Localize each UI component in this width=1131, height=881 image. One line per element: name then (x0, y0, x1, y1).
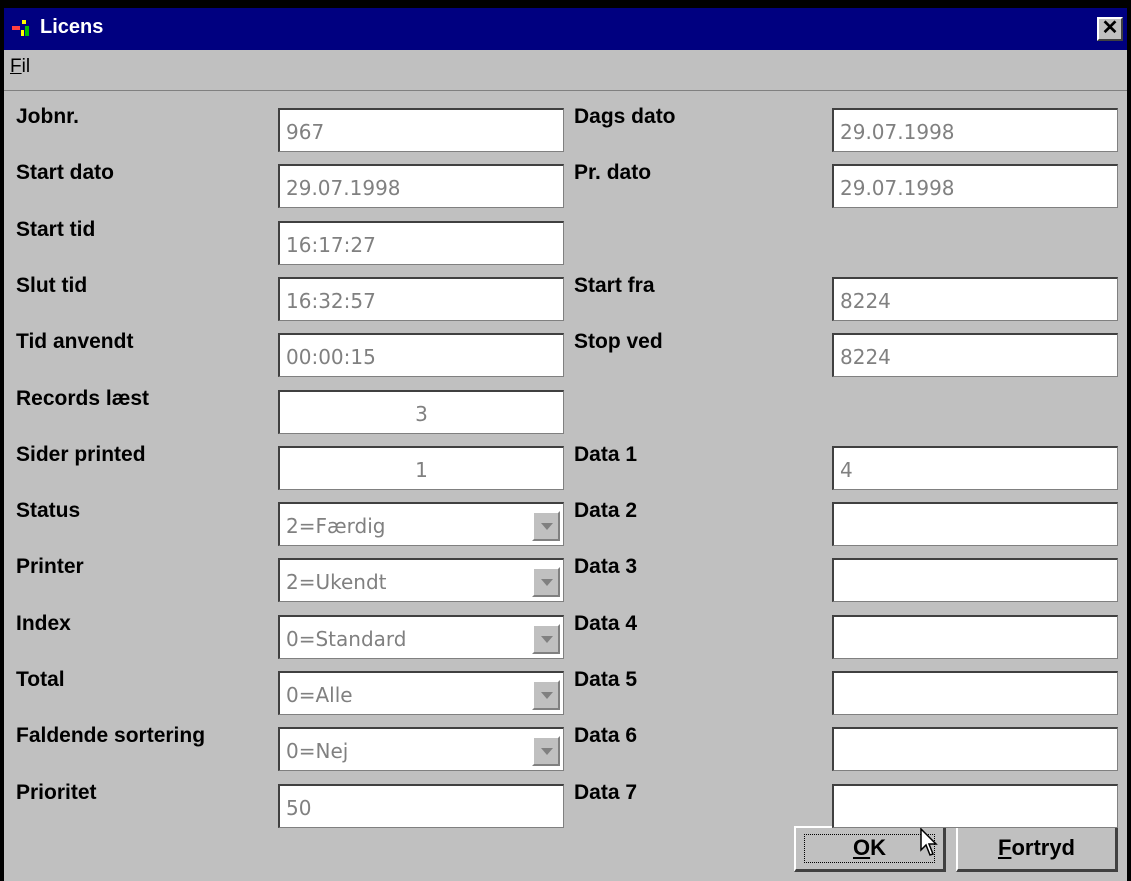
right-field-3[interactable]: 8224 (832, 333, 1118, 378)
window-title: Licens (40, 16, 104, 38)
app-icon (12, 20, 29, 36)
left-field-2[interactable]: 16:17:27 (278, 220, 564, 265)
right-value-3: 8224 (840, 345, 891, 370)
right-label-2: Start fra (574, 273, 655, 297)
menu-fil-rest: il (21, 56, 31, 77)
left-value-0: 967 (286, 120, 325, 144)
left-label-9: Index (16, 611, 71, 635)
dropdown-arrow-icon[interactable] (532, 511, 560, 542)
right-field-10[interactable] (832, 783, 1118, 828)
left-value-12: 50 (286, 795, 312, 820)
left-value-4: 00:00:15 (286, 345, 376, 370)
left-label-0: Jobnr. (16, 105, 80, 128)
dropdown-arrow-icon[interactable] (532, 736, 560, 767)
mouse-pointer-icon (920, 828, 938, 856)
left-value-10: 0=Alle (286, 683, 353, 707)
right-field-2[interactable]: 8224 (832, 276, 1118, 321)
dropdown-arrow-icon[interactable] (532, 680, 560, 710)
right-label-4: Data 1 (574, 442, 638, 466)
dropdown-arrow-icon[interactable] (532, 623, 560, 654)
cancel-rest: ortryd (1011, 835, 1075, 860)
right-field-6[interactable] (832, 558, 1118, 603)
right-label-10: Data 7 (574, 780, 638, 804)
left-combo-7[interactable]: 2=Færdig (278, 502, 564, 547)
right-value-2: 8224 (840, 288, 891, 313)
close-button[interactable]: ✕ (1097, 17, 1123, 41)
left-label-11: Faldende sortering (16, 724, 206, 748)
cancel-button[interactable]: Fortryd (956, 826, 1118, 872)
cancel-accel: F (997, 835, 1012, 860)
menu-bar: Fil (4, 50, 1127, 91)
left-field-5[interactable]: 3 (278, 389, 564, 434)
left-label-3: Slut tid (16, 273, 88, 297)
right-field-4[interactable]: 4 (832, 445, 1118, 490)
right-value-4: 4 (840, 457, 853, 482)
right-field-8[interactable] (832, 671, 1118, 715)
right-label-1: Pr. dato (574, 161, 652, 185)
left-field-0[interactable]: 967 (278, 108, 564, 152)
left-combo-8[interactable]: 2=Ukendt (278, 558, 564, 603)
left-label-5: Records læst (16, 386, 150, 410)
right-field-7[interactable] (832, 614, 1118, 659)
left-field-4[interactable]: 00:00:15 (278, 333, 564, 378)
left-field-12[interactable]: 50 (278, 783, 564, 828)
dropdown-arrow-icon[interactable] (532, 567, 560, 598)
right-field-9[interactable] (832, 727, 1118, 772)
license-dialog: Licens ✕ Fil OK Fortryd Jobnr. 967 Start d… (4, 8, 1127, 881)
right-label-9: Data 6 (574, 724, 638, 748)
left-combo-9[interactable]: 0=Standard (278, 614, 564, 659)
right-label-8: Data 5 (574, 668, 638, 691)
right-label-6: Data 3 (574, 555, 638, 579)
left-value-7: 2=Færdig (286, 514, 386, 539)
left-value-5: 3 (415, 401, 428, 426)
left-label-7: Status (16, 499, 81, 523)
left-field-3[interactable]: 16:32:57 (278, 276, 564, 321)
left-value-1: 29.07.1998 (286, 176, 401, 201)
left-value-8: 2=Ukendt (286, 570, 387, 595)
left-label-6: Sider printed (16, 442, 146, 466)
left-value-2: 16:17:27 (286, 232, 376, 257)
menu-fil-accel: F (10, 56, 22, 77)
menu-fil[interactable]: Fil (10, 56, 30, 78)
right-field-5[interactable] (832, 502, 1118, 547)
left-label-1: Start dato (16, 161, 115, 185)
left-value-9: 0=Standard (286, 626, 407, 651)
left-combo-10[interactable]: 0=Alle (278, 671, 564, 715)
left-label-4: Tid anvendt (16, 330, 134, 354)
title-bar[interactable]: Licens ✕ (4, 8, 1127, 50)
right-value-1: 29.07.1998 (840, 176, 955, 201)
left-field-1[interactable]: 29.07.1998 (278, 164, 564, 209)
left-label-8: Printer (16, 555, 84, 579)
left-field-6[interactable]: 1 (278, 445, 564, 490)
left-combo-11[interactable]: 0=Nej (278, 727, 564, 772)
left-label-10: Total (16, 668, 65, 691)
left-label-2: Start tid (16, 217, 96, 241)
left-value-11: 0=Nej (286, 739, 349, 764)
left-value-3: 16:32:57 (286, 288, 376, 313)
right-field-0[interactable]: 29.07.1998 (832, 108, 1118, 152)
right-label-5: Data 2 (574, 499, 638, 523)
left-value-6: 1 (415, 457, 428, 482)
right-label-3: Stop ved (574, 330, 663, 354)
right-label-0: Dags dato (574, 105, 676, 128)
focus-rect (804, 834, 935, 863)
right-value-0: 29.07.1998 (840, 120, 955, 144)
right-field-1[interactable]: 29.07.1998 (832, 164, 1118, 209)
left-label-12: Prioritet (16, 780, 97, 804)
right-label-7: Data 4 (574, 611, 638, 635)
close-icon: ✕ (1101, 17, 1119, 39)
